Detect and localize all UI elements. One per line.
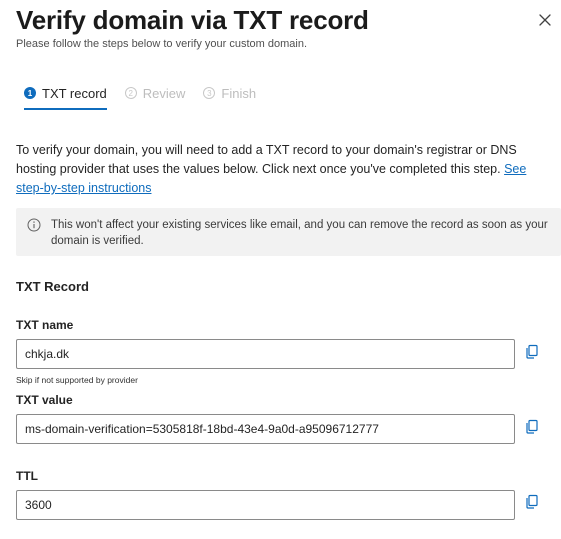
ttl-field[interactable]: 3600 [16, 490, 515, 520]
dialog-subtitle: Please follow the steps below to verify … [16, 38, 308, 50]
step-number-badge: 1 [24, 87, 36, 99]
txt-value-label: TXT value [16, 393, 73, 407]
txt-name-hint: Skip if not supported by provider [16, 375, 138, 385]
step-review: 2 Review [124, 84, 186, 102]
close-icon[interactable] [535, 10, 555, 30]
step-number-badge: 2 [124, 87, 137, 99]
dialog-title: Verify domain via TXT record [16, 5, 369, 35]
step-label: Finish [221, 85, 257, 101]
txt-name-field[interactable]: chkja.dk [16, 339, 515, 369]
info-banner-text: This won't affect your existing services… [51, 219, 548, 247]
info-banner: This won't affect your existing services… [16, 208, 561, 256]
step-label: TXT record [42, 85, 107, 101]
info-icon [27, 218, 41, 232]
copy-icon[interactable] [523, 492, 541, 510]
instructions-body: To verify your domain, you will need to … [16, 143, 517, 176]
copy-icon[interactable] [523, 342, 541, 360]
txt-name-label: TXT name [16, 318, 74, 332]
wizard-steps: 1 TXT record 2 Review 3 Finish [24, 84, 274, 110]
step-number-badge: 3 [203, 87, 216, 99]
instructions-text: To verify your domain, you will need to … [16, 141, 548, 198]
copy-icon[interactable] [523, 417, 541, 435]
step-txt-record[interactable]: 1 TXT record [24, 84, 107, 110]
step-finish: 3 Finish [203, 84, 256, 102]
ttl-label: TTL [16, 469, 38, 483]
txt-value-field[interactable]: ms-domain-verification=5305818f-18bd-43e… [16, 414, 515, 444]
section-title: TXT Record [16, 279, 89, 294]
step-label: Review [142, 85, 186, 101]
